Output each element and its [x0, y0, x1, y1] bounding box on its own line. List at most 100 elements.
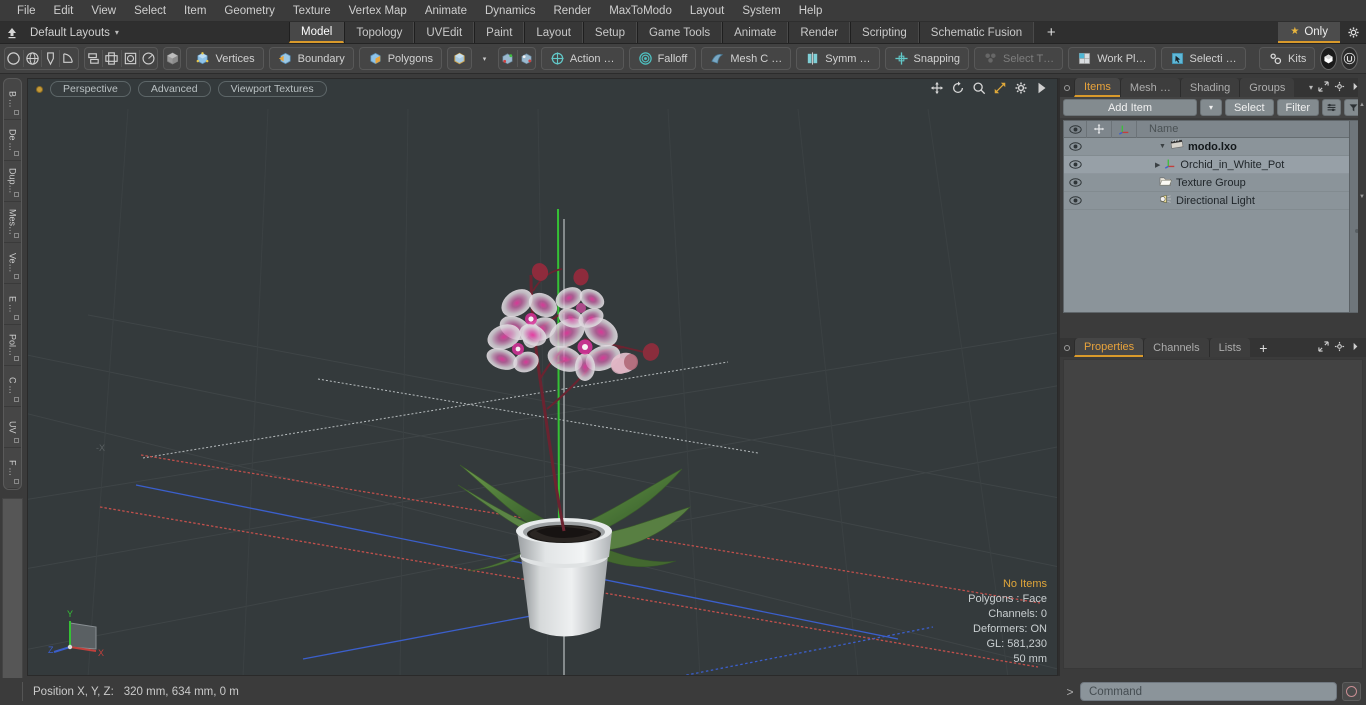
- pan-icon[interactable]: [930, 81, 944, 98]
- expand-icon[interactable]: [1318, 80, 1329, 95]
- row-visibility-eye-icon[interactable]: [1064, 138, 1087, 155]
- tab-properties[interactable]: Properties: [1074, 338, 1144, 357]
- kits-button[interactable]: Kits: [1259, 47, 1316, 70]
- tab-groups[interactable]: Groups: [1239, 78, 1295, 97]
- row-lock-cell[interactable]: [1087, 138, 1112, 155]
- gear-icon[interactable]: [1340, 22, 1366, 43]
- menu-render[interactable]: Render: [544, 3, 600, 19]
- panel-menu-dot-icon[interactable]: [1060, 84, 1074, 91]
- viewport-gear-icon[interactable]: [1014, 81, 1028, 98]
- row-axis-cell[interactable]: [1112, 192, 1137, 209]
- axis-icon[interactable]: [1112, 121, 1137, 138]
- viewport-textures-button[interactable]: Viewport Textures: [217, 81, 327, 97]
- row-name-cell[interactable]: Directional Light: [1137, 194, 1362, 208]
- move-plus-icon[interactable]: [1087, 121, 1112, 138]
- mode-boundary-button[interactable]: Boundary: [268, 47, 354, 70]
- menu-edit[interactable]: Edit: [45, 3, 83, 19]
- row-axis-cell[interactable]: [1112, 174, 1137, 191]
- only-toggle-button[interactable]: ★ Only: [1278, 22, 1340, 43]
- tab-items[interactable]: Items: [1074, 78, 1120, 97]
- symmetry-button[interactable]: Symm …: [796, 47, 880, 70]
- expander-icon[interactable]: ▶: [1155, 161, 1160, 169]
- scroll-down-arrow-icon[interactable]: ▼: [1358, 192, 1366, 201]
- left-tab-basic[interactable]: B …: [4, 79, 21, 120]
- mode-polygons-button[interactable]: Polygons: [358, 47, 442, 70]
- add-item-dropdown[interactable]: ▾: [1199, 99, 1222, 116]
- add-item-button[interactable]: Add Item: [1063, 99, 1197, 116]
- menu-file[interactable]: File: [8, 3, 45, 19]
- table-row[interactable]: ▼ modo.lxo: [1064, 138, 1362, 156]
- row-axis-cell[interactable]: [1112, 156, 1137, 173]
- curve-icon[interactable]: [60, 48, 78, 69]
- left-tab-duplicate[interactable]: Dup…: [4, 161, 21, 202]
- zoom-icon[interactable]: [972, 81, 986, 98]
- square-target-icon[interactable]: [121, 48, 139, 69]
- layout-tab-animate[interactable]: Animate: [722, 22, 789, 43]
- row-visibility-eye-icon[interactable]: [1064, 156, 1087, 173]
- tab-channels[interactable]: Channels: [1143, 338, 1209, 357]
- home-up-arrow-icon[interactable]: [0, 22, 24, 43]
- row-axis-cell[interactable]: [1112, 138, 1137, 155]
- rotate-icon[interactable]: [951, 81, 965, 98]
- center-icon[interactable]: [103, 48, 121, 69]
- modo-cube-badge-icon[interactable]: [1320, 47, 1338, 70]
- circle-icon[interactable]: [5, 48, 23, 69]
- select-through-button[interactable]: Select T…: [974, 47, 1064, 70]
- viewport-projection-button[interactable]: Perspective: [50, 81, 131, 97]
- left-tab-edge[interactable]: E …: [4, 284, 21, 325]
- add-properties-tab-button[interactable]: +: [1250, 338, 1276, 357]
- filter-button[interactable]: Filter: [1276, 99, 1319, 116]
- left-tab-curve[interactable]: C …: [4, 366, 21, 407]
- clock-icon[interactable]: [140, 48, 158, 69]
- globe-icon[interactable]: [23, 48, 41, 69]
- tab-shading[interactable]: Shading: [1179, 78, 1240, 97]
- layout-tab-schematic-fusion[interactable]: Schematic Fusion: [918, 22, 1035, 43]
- table-row[interactable]: ▶ Orchid_in_White_Pot: [1064, 156, 1362, 174]
- 3d-viewport[interactable]: -X Perspective Advanced Viewport Texture…: [27, 78, 1058, 676]
- tab-mesh-ops[interactable]: Mesh …: [1119, 78, 1180, 97]
- layout-tab-uvedit[interactable]: UVEdit: [414, 22, 475, 43]
- items-list[interactable]: Name ▼ modo.lxo ▶ Orchid_in_White_Pot Te…: [1063, 120, 1363, 313]
- default-layouts-dropdown[interactable]: Default Layouts ▾: [24, 22, 144, 43]
- row-name-cell[interactable]: Texture Group: [1137, 176, 1362, 190]
- mode-vertices-button[interactable]: Vertices: [186, 47, 264, 70]
- layout-tab-game-tools[interactable]: Game Tools: [636, 22, 723, 43]
- select-button[interactable]: Select: [1224, 99, 1274, 116]
- action-center-button[interactable]: Action …: [540, 47, 624, 70]
- align-icon[interactable]: [85, 48, 103, 69]
- left-tab-mesh-edit[interactable]: Mes…: [4, 202, 21, 243]
- menu-maxtomodo[interactable]: MaxToModo: [600, 3, 681, 19]
- gear-icon[interactable]: [1334, 81, 1345, 95]
- row-name-cell[interactable]: ▶ Orchid_in_White_Pot: [1137, 157, 1362, 172]
- row-visibility-eye-icon[interactable]: [1064, 174, 1087, 191]
- left-tab-vertex[interactable]: Ve…: [4, 243, 21, 284]
- menu-geometry[interactable]: Geometry: [215, 3, 284, 19]
- playback-icon[interactable]: [1035, 81, 1049, 98]
- mesh-constraint-button[interactable]: Mesh C …: [701, 47, 792, 70]
- row-lock-cell[interactable]: [1087, 192, 1112, 209]
- layout-tab-layout[interactable]: Layout: [524, 22, 583, 43]
- work-plane-button[interactable]: Work Pl…: [1068, 47, 1156, 70]
- left-tab-polygon[interactable]: Pol…: [4, 325, 21, 366]
- chevron-down-icon[interactable]: ▾: [476, 47, 493, 70]
- axis-gizmo[interactable]: Y X Z: [48, 603, 118, 663]
- menu-view[interactable]: View: [82, 3, 125, 19]
- menu-dynamics[interactable]: Dynamics: [476, 3, 544, 19]
- menu-vertex-map[interactable]: Vertex Map: [340, 3, 416, 19]
- expander-icon[interactable]: ▼: [1159, 143, 1166, 150]
- menu-item[interactable]: Item: [175, 3, 215, 19]
- layout-tab-scripting[interactable]: Scripting: [850, 22, 919, 43]
- layout-tab-paint[interactable]: Paint: [474, 22, 525, 43]
- left-tab-uv[interactable]: UV: [4, 407, 21, 448]
- eye-icon[interactable]: [1064, 121, 1087, 138]
- list-options-icon[interactable]: [1322, 99, 1341, 116]
- left-tab-deform[interactable]: De …: [4, 120, 21, 161]
- layout-tab-model[interactable]: Model: [289, 22, 345, 43]
- menu-select[interactable]: Select: [125, 3, 175, 19]
- layout-tab-render[interactable]: Render: [788, 22, 851, 43]
- snapping-button[interactable]: Snapping: [884, 47, 970, 70]
- gear-icon[interactable]: [1334, 341, 1345, 355]
- tab-lists[interactable]: Lists: [1208, 338, 1251, 357]
- expand-icon[interactable]: [1318, 340, 1329, 355]
- panel-menu-dot-icon[interactable]: [1060, 344, 1074, 351]
